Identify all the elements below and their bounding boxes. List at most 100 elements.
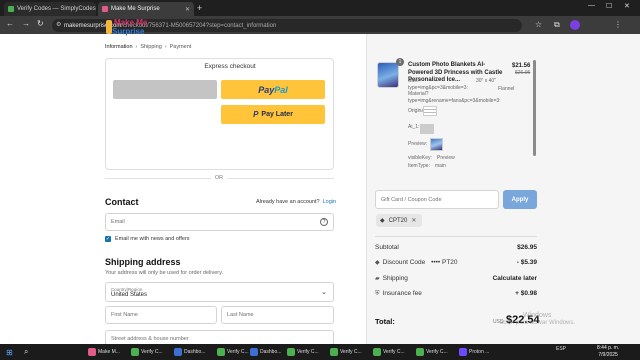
country-select[interactable]: Country/Region United States ⌄ xyxy=(105,282,334,302)
product-size-value: 30" x 40" xyxy=(476,78,496,84)
extensions-icon[interactable]: ⧉ xyxy=(554,20,560,30)
discount-label: Discount Code xyxy=(382,259,426,266)
chrome-icon xyxy=(250,348,258,356)
item-type-label: ItemType: xyxy=(408,163,430,169)
start-button-icon[interactable]: ⊞ xyxy=(6,344,13,360)
applied-discount-tag: ◆ CPT20 ✕ xyxy=(376,214,422,227)
product-compare-price: $26.95 xyxy=(515,70,531,76)
or-separator: OR xyxy=(211,175,227,181)
shield-icon: ⛨ xyxy=(375,291,380,297)
paypal-button[interactable]: Pay Pal xyxy=(221,80,325,99)
chrome-icon xyxy=(373,348,381,356)
street-placeholder: Street address & house number xyxy=(111,336,189,342)
pay-later-label: Pay Later xyxy=(261,111,293,118)
close-tab-icon[interactable]: ✕ xyxy=(185,6,190,13)
taskbar-item-label: Verify C... xyxy=(383,349,405,355)
original-image-thumbnail xyxy=(423,106,437,116)
chevron-right-icon: › xyxy=(164,44,167,50)
proton-icon xyxy=(459,348,467,356)
divider xyxy=(375,236,537,237)
taskbar-item[interactable]: Verify C... xyxy=(330,344,362,360)
search-icon[interactable]: ⌕ xyxy=(24,344,28,360)
forward-icon[interactable]: → xyxy=(22,19,30,28)
chevron-down-icon: ⌄ xyxy=(321,289,327,296)
email-field[interactable]: Email ? xyxy=(105,213,334,231)
taskbar-item-label: Verify C... xyxy=(141,349,163,355)
taskbar-item[interactable]: Make M... xyxy=(88,344,120,360)
product-material-value: Flannel xyxy=(498,86,515,92)
first-name-placeholder: First Name xyxy=(111,312,138,318)
windows-activation-watermark: Windows xyxy=(523,312,552,319)
tab-simplycodes[interactable]: Verify Codes — SimplyCodes ✕ xyxy=(4,2,96,16)
insurance-row: ⛨ Insurance fee + $0.98 xyxy=(375,290,537,298)
product-image xyxy=(377,62,399,88)
simplycodes-favicon-icon xyxy=(8,6,14,12)
bookmark-star-icon[interactable]: ☆ xyxy=(535,20,542,29)
taskbar-item[interactable]: Verify C... xyxy=(287,344,319,360)
tab-make-me-surprise[interactable]: Make Me Surprise ✕ xyxy=(98,2,194,16)
login-link[interactable]: Login xyxy=(323,199,336,205)
express-pay-button-placeholder[interactable] xyxy=(113,80,217,99)
paypal-pay-later-button[interactable]: P Pay Later xyxy=(221,105,325,124)
store-logo[interactable]: Make Me Surprise xyxy=(106,16,150,38)
taskbar-item[interactable]: Dashbo... xyxy=(250,344,281,360)
breadcrumb-shipping: Shipping xyxy=(140,44,162,50)
remove-discount-icon[interactable]: ✕ xyxy=(411,217,416,224)
new-tab-icon[interactable]: + xyxy=(197,3,202,13)
taskbar-item[interactable]: Dashbo... xyxy=(174,344,205,360)
chrome-icon xyxy=(330,348,338,356)
help-icon[interactable]: ? xyxy=(320,218,328,226)
paypal-logo-pay: Pay xyxy=(258,84,275,95)
back-icon[interactable]: ← xyxy=(6,19,14,28)
have-account-text: Already have an account? xyxy=(256,199,320,205)
first-name-field[interactable]: First Name xyxy=(105,306,217,324)
browser-tab-bar: Verify Codes — SimplyCodes ✕ Make Me Sur… xyxy=(0,0,640,16)
maximize-icon[interactable]: ☐ xyxy=(606,2,612,10)
preview-image-thumbnail xyxy=(430,138,443,151)
subtotal-value: $26.95 xyxy=(517,244,537,251)
country-value: United States xyxy=(111,291,148,298)
windows-taskbar: ⊞ ⌕ Make M... Verify C... Dashbo... Veri… xyxy=(0,344,640,360)
breadcrumb-information[interactable]: Information xyxy=(105,44,133,50)
system-clock[interactable]: 8:44 p. m. 7/9/2025 xyxy=(597,345,619,358)
taskbar-item[interactable]: Proton ... xyxy=(459,344,489,360)
clock-date: 7/9/2025 xyxy=(598,351,618,358)
item-type-value: main xyxy=(435,163,446,169)
visible-key-label: visibleKey: xyxy=(408,155,432,161)
reload-icon[interactable]: ↻ xyxy=(37,19,44,28)
minimize-icon[interactable]: — xyxy=(588,2,595,9)
logo-text-top: Make Me xyxy=(114,18,148,27)
last-name-field[interactable]: Last Name xyxy=(221,306,334,324)
subtotal-row: Subtotal $26.95 xyxy=(375,244,537,251)
product-price: $21.56 xyxy=(512,63,531,69)
taskbar-item-label: Dashbo... xyxy=(260,349,282,355)
profile-avatar[interactable] xyxy=(570,20,580,30)
tab-title: Make Me Surprise xyxy=(111,6,160,12)
login-prompt: Already have an account? Login xyxy=(256,199,336,205)
preview-label: Preview: xyxy=(408,141,428,147)
shipping-value: Calculate later xyxy=(492,275,537,282)
taskbar-item[interactable]: Verify C... xyxy=(217,344,249,360)
chrome-icon xyxy=(174,348,182,356)
news-offers-checkbox[interactable]: ✓ xyxy=(105,236,111,242)
taskbar-item[interactable]: Verify C... xyxy=(131,344,163,360)
scrollbar[interactable] xyxy=(533,60,536,156)
taskbar-item[interactable]: Verify C... xyxy=(373,344,405,360)
truck-icon: ▰ xyxy=(375,276,380,282)
coupon-code-field[interactable]: Gift Card / Coupon Code xyxy=(375,190,499,209)
taskbar-item[interactable]: Verify C... xyxy=(416,344,448,360)
site-info-icon[interactable]: ⚙ xyxy=(56,21,61,28)
close-window-icon[interactable]: ✕ xyxy=(624,2,630,10)
total-label: Total: xyxy=(375,317,395,326)
taskbar-item-label: Verify C... xyxy=(297,349,319,355)
express-checkout-title: Express checkout xyxy=(182,63,278,70)
menu-icon[interactable]: ⋮ xyxy=(614,20,622,29)
taskbar-item-label: Make M... xyxy=(98,349,120,355)
keyboard-language[interactable]: ESP xyxy=(556,346,566,352)
discount-value: - $5.39 xyxy=(516,259,537,266)
chevron-right-icon: › xyxy=(135,44,138,50)
taskbar-item-label: Verify C... xyxy=(227,349,249,355)
apply-button[interactable]: Apply xyxy=(503,190,537,209)
coupon-placeholder: Gift Card / Coupon Code xyxy=(381,196,442,203)
chrome-icon xyxy=(416,348,424,356)
